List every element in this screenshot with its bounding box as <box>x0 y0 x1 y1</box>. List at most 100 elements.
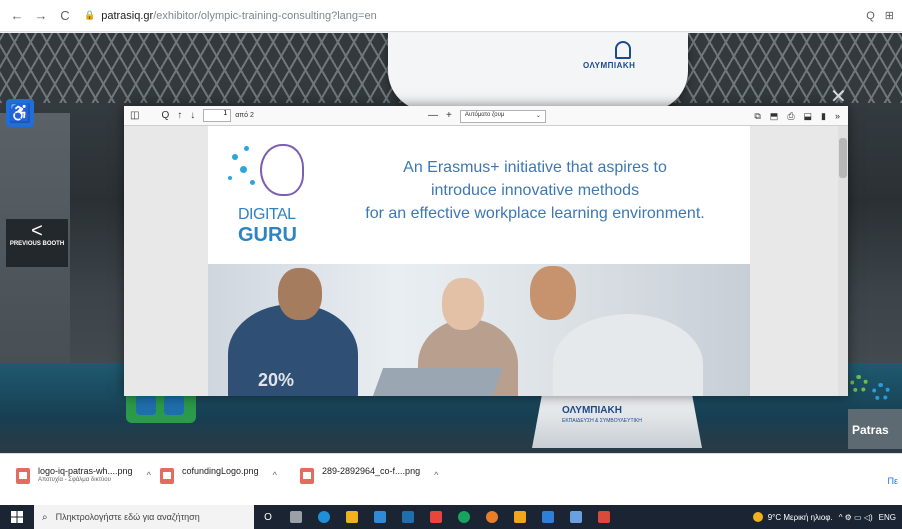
extension-icon[interactable]: ⊞ <box>885 9 894 22</box>
accessibility-icon[interactable]: ♿ <box>6 99 34 127</box>
start-button[interactable] <box>0 505 34 529</box>
lock-icon[interactable]: 🔒 <box>84 10 95 21</box>
weather-text[interactable]: 9°C Μερική ηλιοφ. <box>768 513 833 522</box>
chevron-up-icon[interactable]: ^ <box>273 470 277 480</box>
task-view-icon[interactable]: O <box>254 505 282 529</box>
more-tools-icon[interactable]: » <box>835 109 840 123</box>
back-arrow-icon[interactable]: ← <box>8 7 26 25</box>
banner-logo-text: ΟΛΥΜΠΙΑΚΗ <box>583 61 636 70</box>
photo-overlay-text: 20% <box>258 370 295 390</box>
person-figure <box>553 314 703 396</box>
tagline-line: An Erasmus+ initiative that aspires to <box>403 159 667 176</box>
desk-label: ΟΛΥΜΠΙΑΚΗ <box>562 405 622 416</box>
tray-icons[interactable]: ^ ⚙ ▭ ◁) <box>839 513 873 522</box>
zoom-value: Αυτόματο ζουμ <box>464 111 505 118</box>
taskbar-app-icon[interactable] <box>338 505 366 529</box>
download-filename: cofundingLogo.png <box>182 466 259 476</box>
file-explorer-icon <box>346 511 358 523</box>
language-indicator[interactable]: ENG <box>879 513 896 522</box>
forward-arrow-icon[interactable]: → <box>32 7 50 25</box>
pdf-scrollbar[interactable] <box>838 126 848 396</box>
previous-booth-label: PREVIOUS BOOTH <box>9 241 65 247</box>
pdf-page: DIGITAL GURU An Erasmus+ initiative that… <box>208 126 750 396</box>
weather-icon[interactable] <box>752 512 763 522</box>
taskbar-app-icon[interactable] <box>534 505 562 529</box>
browser-toolbar: ← → C 🔒 patrasiq.gr /exhibitor/olympic-t… <box>0 0 902 32</box>
chevron-left-icon: < <box>31 220 43 242</box>
zoom-controls: — + Αυτόματο ζουμ ⌄ <box>428 109 546 123</box>
office-icon <box>430 511 442 523</box>
taskbar-app-icon[interactable] <box>590 505 618 529</box>
photos-icon <box>570 511 582 523</box>
close-icon[interactable]: ✕ <box>830 87 847 107</box>
zoom-icon[interactable]: Q <box>866 10 875 22</box>
show-all-downloads-link[interactable]: Πε <box>887 476 898 486</box>
chevron-up-icon[interactable]: ^ <box>434 470 438 480</box>
zoom-select[interactable]: Αυτόματο ζουμ ⌄ <box>459 109 546 123</box>
pdf-toolbar: ◫ Q ↑ ↓ 1 από 2 — + Αυτόματο ζουμ ⌄ ⧉ ⬒ … <box>124 106 848 126</box>
bookmark-icon[interactable]: ▮ <box>821 109 826 123</box>
chevron-down-icon: ⌄ <box>535 112 541 119</box>
olympiaki-logo-icon <box>615 41 631 59</box>
image-file-icon <box>300 468 314 484</box>
sidebar-toggle-icon[interactable]: ◫ <box>130 109 139 123</box>
zoom-out-icon[interactable]: — <box>428 109 438 123</box>
search-placeholder: Πληκτρολογήστε εδώ για αναζήτηση <box>55 512 200 522</box>
next-page-icon[interactable]: ↓ <box>190 109 195 123</box>
taskbar-app-icon[interactable] <box>450 505 478 529</box>
team-photo: 20% <box>208 264 750 396</box>
taskbar-app-icon[interactable] <box>422 505 450 529</box>
zoom-in-icon[interactable]: + <box>446 109 452 123</box>
booth-banner: ΟΛΥΜΠΙΑΚΗ <box>388 33 688 111</box>
open-file-icon[interactable]: ⬒ <box>770 109 779 123</box>
logo-dot <box>240 166 247 173</box>
image-file-icon <box>16 468 30 484</box>
scrollbar-thumb[interactable] <box>839 138 847 178</box>
person-head <box>530 266 576 320</box>
edge-icon <box>318 511 330 523</box>
pdf-content[interactable]: DIGITAL GURU An Erasmus+ initiative that… <box>124 126 848 396</box>
page-number-input[interactable]: 1 <box>203 109 232 122</box>
gear-icon <box>872 383 890 401</box>
app-icon <box>290 511 302 523</box>
logo-dot <box>250 180 255 185</box>
page-header: DIGITAL GURU An Erasmus+ initiative that… <box>208 126 750 264</box>
store-icon <box>374 511 386 523</box>
taskbar-app-icon[interactable] <box>310 505 338 529</box>
previous-page-icon[interactable]: ↑ <box>177 109 182 123</box>
logo-word-guru: GURU <box>238 224 297 246</box>
pdf-reader-icon <box>542 511 554 523</box>
download-item[interactable]: 289-2892964_co-f....png ^ <box>300 466 438 484</box>
save-icon[interactable]: ⬓ <box>804 109 813 123</box>
search-icon[interactable]: Q <box>161 109 169 123</box>
taskbar-app-icon[interactable] <box>282 505 310 529</box>
person-head <box>278 268 322 320</box>
taskbar-app-icon[interactable] <box>478 505 506 529</box>
laptop <box>372 368 504 396</box>
paint-icon <box>514 511 526 523</box>
person-head <box>442 278 484 330</box>
taskbar-app-icon[interactable] <box>394 505 422 529</box>
page-tagline: An Erasmus+ initiative that aspires to i… <box>328 156 742 225</box>
download-item[interactable]: cofundingLogo.png ^ <box>160 466 277 484</box>
logo-dot <box>244 146 249 151</box>
taskbar-app-icon[interactable] <box>506 505 534 529</box>
search-icon: ⌕ <box>42 511 48 523</box>
desk-sublabel: ΕΚΠΑΙΔΕΥΣΗ & ΣΥΜΒΟΥΛΕΥΤΙΚΗ <box>562 418 642 424</box>
taskbar-app-icon[interactable] <box>562 505 590 529</box>
previous-booth-button[interactable]: < PREVIOUS BOOTH <box>6 219 68 267</box>
download-item[interactable]: logo-iq-patras-wh....png Αποτυχία - Σφάλ… <box>16 466 151 484</box>
pdf-tools: ⧉ ⬒ ⎙ ⬓ ▮ » <box>745 109 840 123</box>
presentation-icon[interactable]: ⧉ <box>754 109 760 123</box>
taskbar-app-icon[interactable] <box>366 505 394 529</box>
reload-icon[interactable]: C <box>56 7 74 25</box>
chevron-up-icon[interactable]: ^ <box>147 470 151 480</box>
logo-dot <box>232 154 238 160</box>
windows-taskbar: ⌕ Πληκτρολογήστε εδώ για αναζήτηση O 9°C… <box>0 505 902 529</box>
address-bar[interactable]: 🔒 patrasiq.gr /exhibitor/olympic-trainin… <box>84 5 856 27</box>
tagline-line: introduce innovative methods <box>430 182 640 199</box>
print-icon[interactable]: ⎙ <box>787 109 794 123</box>
logo-dot <box>228 176 232 180</box>
taskbar-search[interactable]: ⌕ Πληκτρολογήστε εδώ για αναζήτηση <box>34 505 254 529</box>
pdf-viewer: ◫ Q ↑ ↓ 1 από 2 — + Αυτόματο ζουμ ⌄ ⧉ ⬒ … <box>124 106 848 396</box>
